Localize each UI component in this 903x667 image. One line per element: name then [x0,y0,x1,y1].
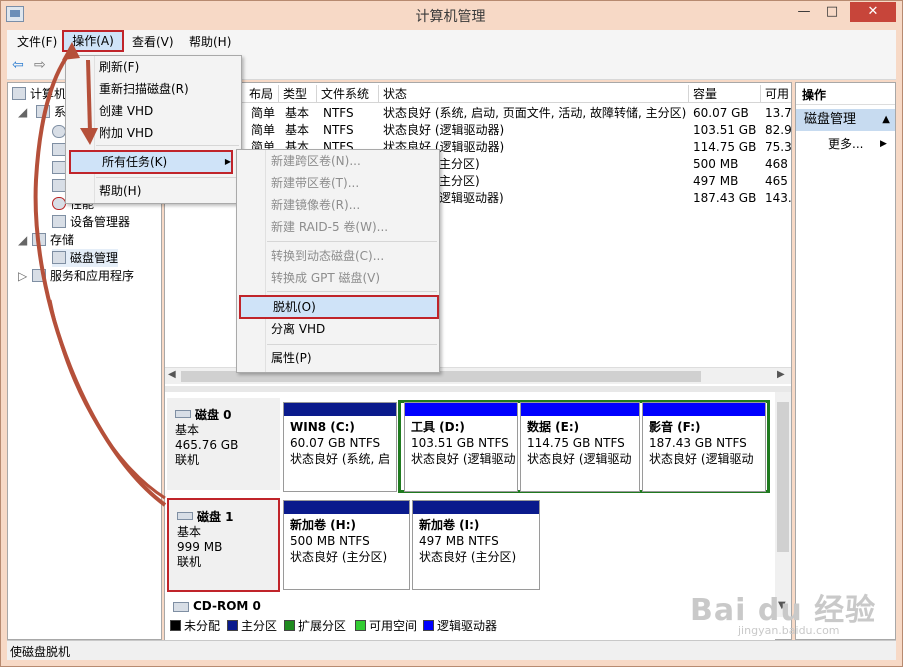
annotation-arrows [33,42,167,507]
watermark-url: jingyan.baidu.com [738,624,840,637]
watermark-logo: Bai du 经验 [690,593,877,628]
annotation-arrow-down [86,59,92,133]
annotation-arrow-curve [33,48,167,507]
annotation-arrowhead [80,128,98,145]
annotation-arrow-curve-inner [48,299,166,500]
annotation-arrowhead [62,42,80,60]
